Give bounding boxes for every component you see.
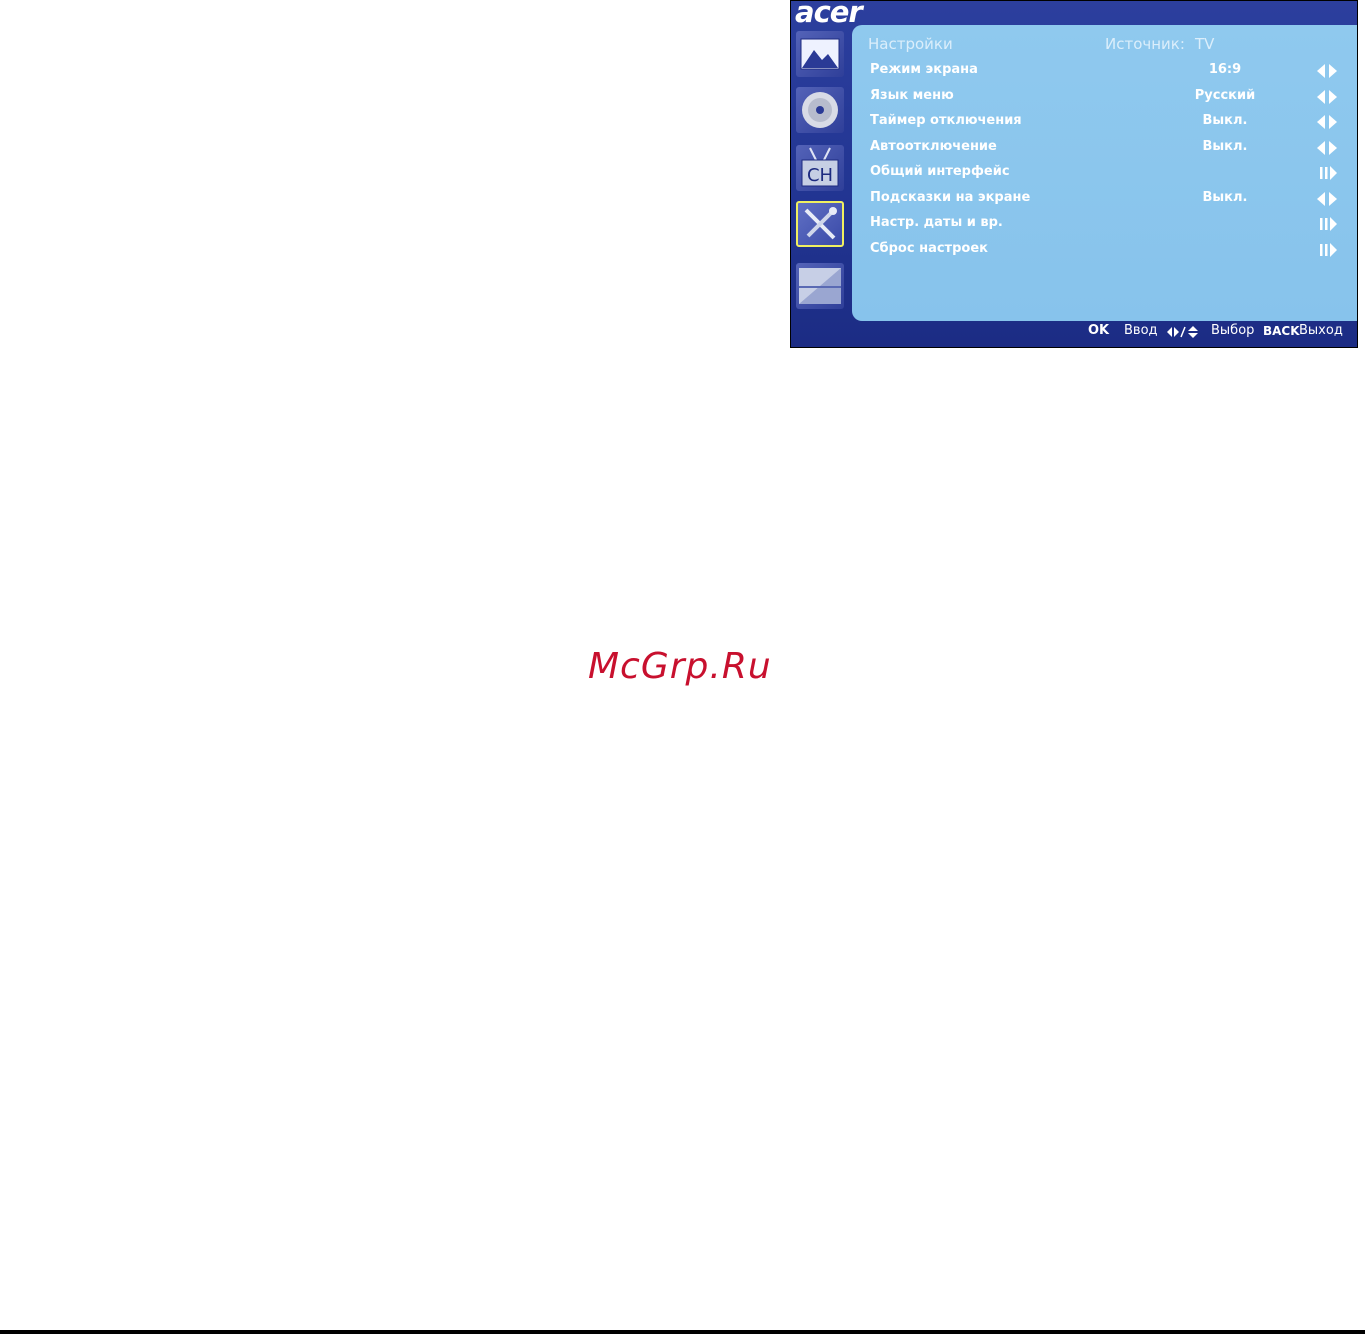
menu-row-value: Выкл.: [1202, 139, 1248, 154]
menu-row-screen-mode[interactable]: Режим экрана 16:9: [870, 62, 1340, 82]
bottom-divider: [0, 1330, 1365, 1334]
menu-row-value: Выкл.: [1202, 190, 1248, 205]
back-action-label: Выход: [1299, 323, 1343, 338]
footer-hints: OK Ввод Выбор BACK Выход: [791, 323, 1357, 345]
menu-row-label: Сброс настроек: [870, 241, 988, 256]
navigate-arrows-icon: [1167, 326, 1203, 342]
ok-action-label: Ввод: [1124, 323, 1158, 338]
menu-row-label: Настр. даты и вр.: [870, 215, 1003, 230]
left-right-arrow-icon[interactable]: [1316, 141, 1340, 155]
enter-arrow-icon[interactable]: [1316, 217, 1340, 231]
menu-row-menu-language[interactable]: Язык меню Русский: [870, 88, 1340, 108]
menu-row-label: Режим экрана: [870, 62, 978, 77]
sidebar-item-picture[interactable]: [796, 31, 844, 77]
settings-panel: Настройки Источник: TV Режим экрана 16:9…: [852, 25, 1357, 321]
menu-row-label: Подсказки на экране: [870, 190, 1031, 205]
menu-row-label: Общий интерфейс: [870, 164, 1010, 179]
channel-icon: CH: [798, 146, 842, 190]
left-right-arrow-icon[interactable]: [1316, 192, 1340, 206]
left-right-arrow-icon[interactable]: [1316, 90, 1340, 104]
menu-row-label: Автоотключение: [870, 139, 997, 154]
panel-title: Настройки: [868, 35, 953, 53]
sidebar-item-settings[interactable]: [796, 201, 844, 247]
left-right-arrow-icon[interactable]: [1316, 115, 1340, 129]
svg-text:CH: CH: [807, 165, 833, 186]
menu-row-value: Русский: [1194, 88, 1256, 103]
back-key-label: BACK: [1263, 324, 1300, 338]
sidebar-item-audio[interactable]: [796, 87, 844, 133]
enter-arrow-icon[interactable]: [1316, 166, 1340, 180]
menu-row-auto-off[interactable]: Автоотключение Выкл.: [870, 139, 1340, 159]
ok-key-label: OK: [1088, 323, 1110, 338]
menu-row-reset-settings[interactable]: Сброс настроек: [870, 241, 1340, 261]
menu-row-sleep-timer[interactable]: Таймер отключения Выкл.: [870, 113, 1340, 133]
menu-row-date-time[interactable]: Настр. даты и вр.: [870, 215, 1340, 235]
menu-row-label: Язык меню: [870, 88, 954, 103]
menu-row-common-interface[interactable]: Общий интерфейс: [870, 164, 1340, 184]
menu-row-value: 16:9: [1208, 62, 1242, 77]
enter-arrow-icon[interactable]: [1316, 243, 1340, 257]
menu-row-on-screen-hints[interactable]: Подсказки на экране Выкл.: [870, 190, 1340, 210]
sidebar-item-other[interactable]: [796, 263, 844, 309]
tv-osd-screen: acer CH Настройки Источник: TV Режим экр…: [790, 0, 1358, 348]
left-right-arrow-icon[interactable]: [1316, 64, 1340, 78]
disc-icon: [800, 90, 840, 130]
picture-icon: [800, 38, 840, 70]
watermark-text: McGrp.Ru: [588, 646, 772, 687]
nav-action-label: Выбор: [1211, 323, 1255, 338]
source-value: TV: [1195, 35, 1215, 53]
source-label: Источник:: [1105, 35, 1185, 53]
sidebar-item-channel[interactable]: CH: [796, 145, 844, 191]
menu-row-label: Таймер отключения: [870, 113, 1022, 128]
acer-logo: acer: [795, 0, 863, 29]
panel-icon: [798, 267, 842, 305]
menu-row-value: Выкл.: [1202, 113, 1248, 128]
tools-icon: [800, 204, 840, 244]
